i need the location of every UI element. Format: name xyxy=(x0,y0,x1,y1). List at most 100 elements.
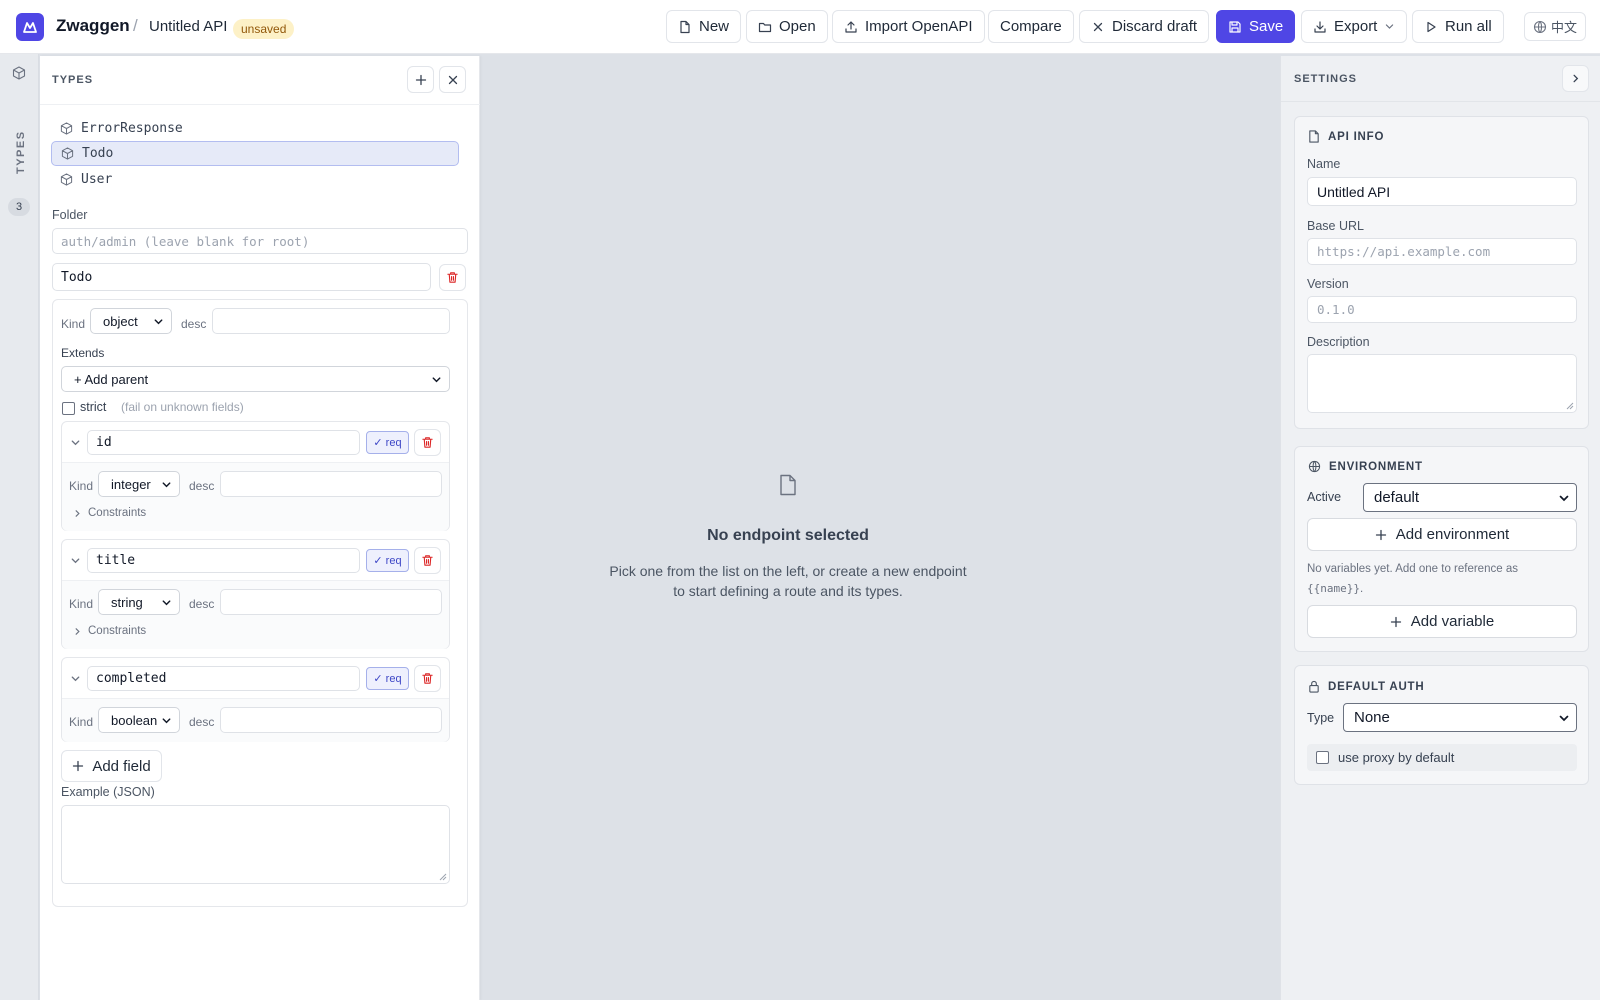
strict-checkbox[interactable] xyxy=(62,402,75,415)
field-name-input[interactable]: title xyxy=(87,548,360,573)
required-toggle[interactable]: ✓ req xyxy=(366,549,409,572)
kind-select[interactable]: object xyxy=(90,308,172,334)
delete-field-button[interactable] xyxy=(414,429,441,456)
save-label: Save xyxy=(1249,18,1284,35)
active-label: Active xyxy=(1307,490,1342,504)
folder-icon xyxy=(758,22,772,32)
compare-button[interactable]: Compare xyxy=(988,10,1074,43)
field-desc-input[interactable] xyxy=(220,707,442,733)
field-kind-select[interactable]: boolean xyxy=(98,707,180,733)
folder-input[interactable]: auth/admin (leave blank for root) xyxy=(52,228,468,254)
example-json-textarea[interactable] xyxy=(61,805,450,884)
save-icon xyxy=(1229,20,1241,33)
field-body: Kind integer desc Constraints xyxy=(62,462,449,531)
auth-type-value: None xyxy=(1354,709,1390,726)
strict-label: strict xyxy=(80,400,107,414)
constraints-toggle[interactable]: Constraints xyxy=(73,507,146,519)
run-all-label: Run all xyxy=(1445,18,1492,35)
field-kind-select[interactable]: string xyxy=(98,589,180,615)
save-button[interactable]: Save xyxy=(1216,10,1296,43)
import-openapi-button[interactable]: Import OpenAPI xyxy=(832,10,985,43)
default-auth-title: DEFAULT AUTH xyxy=(1308,680,1424,693)
field-kind-value: integer xyxy=(111,476,151,492)
api-info-title-text: API INFO xyxy=(1328,130,1385,143)
add-field-button[interactable]: Add field xyxy=(61,750,162,782)
app-logo[interactable] xyxy=(16,13,44,41)
active-environment-select[interactable]: default xyxy=(1363,483,1577,512)
variables-hint: No variables yet. Add one to reference a… xyxy=(1307,560,1577,599)
field-desc-input[interactable] xyxy=(220,589,442,615)
add-type-button[interactable] xyxy=(407,66,434,93)
type-name-input[interactable]: Todo xyxy=(52,263,431,291)
panel-divider xyxy=(40,104,480,105)
top-bar: Zwaggen / Untitled API unsaved New Open … xyxy=(0,0,1600,54)
active-environment-value: default xyxy=(1374,489,1420,506)
lock-icon xyxy=(1309,680,1319,693)
empty-state-title: No endpoint selected xyxy=(707,527,869,544)
required-toggle[interactable]: ✓ req xyxy=(366,431,409,454)
import-label: Import OpenAPI xyxy=(865,18,973,35)
run-all-button[interactable]: Run all xyxy=(1412,10,1504,43)
add-parent-label: + Add parent xyxy=(74,371,149,387)
field-kind-select[interactable]: integer xyxy=(98,471,180,497)
name-label: Name xyxy=(1307,157,1341,171)
chevron-down-icon xyxy=(1559,495,1569,501)
language-toggle[interactable]: 中文 xyxy=(1524,12,1587,41)
chevron-down-icon[interactable] xyxy=(70,555,81,566)
use-proxy-label: use proxy by default xyxy=(1338,750,1455,765)
required-toggle[interactable]: ✓ req xyxy=(366,667,409,690)
api-name-input[interactable]: Untitled API xyxy=(1307,177,1577,206)
field-name-input[interactable]: id xyxy=(87,430,360,455)
new-button[interactable]: New xyxy=(666,10,742,43)
types-panel-title: TYPES xyxy=(52,74,94,86)
api-name-title[interactable]: Untitled API xyxy=(149,18,227,35)
field-name-input[interactable]: completed xyxy=(87,666,360,691)
add-environment-button[interactable]: Add environment xyxy=(1307,518,1577,551)
chevron-down-icon xyxy=(162,717,171,723)
globe-icon xyxy=(1533,20,1547,33)
field-body: Kind string desc Constraints xyxy=(62,580,449,649)
add-environment-label: Add environment xyxy=(1395,526,1510,543)
plus-icon xyxy=(73,760,84,772)
delete-field-button[interactable] xyxy=(414,547,441,574)
use-proxy-row[interactable]: use proxy by default xyxy=(1307,744,1577,771)
base-url-input[interactable]: https://api.example.com xyxy=(1307,238,1577,265)
export-dropdown[interactable]: Export xyxy=(1301,10,1408,43)
chevron-right-icon xyxy=(75,509,80,517)
chevron-down-icon[interactable] xyxy=(70,437,81,448)
chevron-down-icon xyxy=(162,481,171,487)
delete-type-button[interactable] xyxy=(439,264,466,291)
chevron-right-icon xyxy=(75,627,80,635)
chevron-down-icon xyxy=(1386,24,1394,29)
open-button[interactable]: Open xyxy=(746,10,828,43)
add-variable-button[interactable]: Add variable xyxy=(1307,605,1577,638)
empty-state-line-2: to start defining a route and its types. xyxy=(673,583,903,599)
discard-draft-button[interactable]: Discard draft xyxy=(1079,10,1210,43)
api-description-textarea[interactable] xyxy=(1307,354,1577,413)
environment-title: ENVIRONMENT xyxy=(1308,460,1423,473)
add-parent-select[interactable]: + Add parent xyxy=(61,366,450,392)
environment-title-text: ENVIRONMENT xyxy=(1329,460,1423,473)
chevron-down-icon[interactable] xyxy=(70,673,81,684)
delete-field-button[interactable] xyxy=(414,665,441,692)
field-desc-input[interactable] xyxy=(220,471,442,497)
download-icon xyxy=(1314,20,1326,33)
auth-type-select[interactable]: None xyxy=(1343,703,1577,732)
collapse-settings-button[interactable] xyxy=(1562,65,1589,92)
type-item-user[interactable]: User xyxy=(51,167,459,192)
type-item-label: ErrorResponse xyxy=(81,121,183,136)
type-desc-input[interactable] xyxy=(212,308,450,334)
breadcrumb-separator: / xyxy=(133,16,138,35)
types-rail[interactable]: TYPES 3 xyxy=(0,54,39,1000)
type-item-todo[interactable]: Todo xyxy=(51,141,459,166)
settings-panel: SETTINGS API INFO Name Untitled API Base… xyxy=(1280,56,1600,1000)
default-auth-card: DEFAULT AUTH Type None use proxy by defa… xyxy=(1294,665,1589,785)
version-input[interactable]: 0.1.0 xyxy=(1307,296,1577,323)
constraints-toggle[interactable]: Constraints xyxy=(73,625,146,637)
new-label: New xyxy=(699,18,730,35)
types-panel: TYPES ErrorResponse Todo User Folder aut… xyxy=(40,56,480,1000)
discard-label: Discard draft xyxy=(1112,18,1198,35)
use-proxy-checkbox[interactable] xyxy=(1316,751,1329,764)
close-panel-button[interactable] xyxy=(439,66,466,93)
type-item-errorresponse[interactable]: ErrorResponse xyxy=(51,116,459,141)
